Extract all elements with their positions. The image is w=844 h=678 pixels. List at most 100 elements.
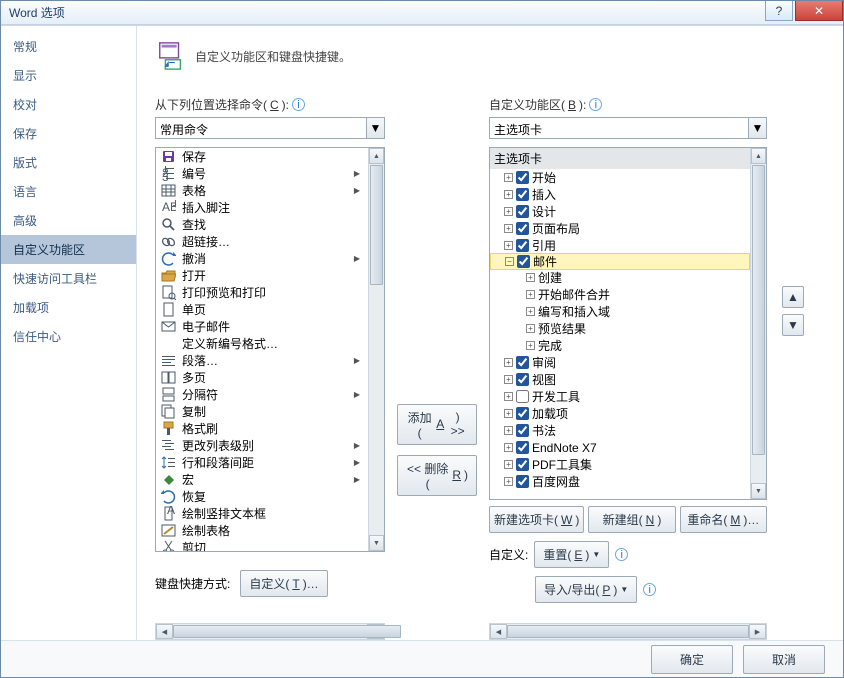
expand-icon[interactable] [526, 273, 535, 282]
tree-child[interactable]: 开始邮件合并 [490, 286, 750, 303]
scroll-right[interactable]: ▶ [749, 624, 766, 639]
hscroll-thumb[interactable] [173, 625, 401, 638]
expand-icon[interactable] [504, 190, 513, 199]
scroll-left[interactable]: ◀ [156, 624, 173, 639]
scroll-up[interactable]: ▲ [751, 148, 766, 164]
chevron-down-icon[interactable]: ▼ [748, 118, 766, 138]
scroll-left[interactable]: ◀ [490, 624, 507, 639]
rename-button[interactable]: 重命名(M)… [680, 506, 767, 533]
tree-child[interactable]: 完成 [490, 337, 750, 354]
scroll-thumb[interactable] [752, 165, 765, 455]
move-up-button[interactable]: ▲ [782, 286, 804, 308]
sidebar-item[interactable]: 高级 [1, 206, 136, 235]
scrollbar[interactable]: ▲ ▼ [750, 148, 766, 499]
command-item[interactable]: 分隔符▶ [156, 386, 368, 403]
tab-checkbox[interactable] [516, 373, 529, 386]
command-item[interactable]: 123编号▶ [156, 165, 368, 182]
sidebar-item[interactable]: 常规 [1, 32, 136, 61]
sidebar-item[interactable]: 显示 [1, 61, 136, 90]
command-item[interactable]: 恢复 [156, 488, 368, 505]
command-item[interactable]: 打印预览和打印 [156, 284, 368, 301]
command-item[interactable]: 更改列表级别▶ [156, 437, 368, 454]
tree-node[interactable]: 引用 [490, 237, 750, 254]
close-button[interactable]: ✕ [795, 1, 843, 21]
tree-child[interactable]: 预览结果 [490, 320, 750, 337]
tree-child[interactable]: 编写和插入域 [490, 303, 750, 320]
cancel-button[interactable]: 取消 [743, 645, 825, 674]
tree-node[interactable]: 插入 [490, 186, 750, 203]
ok-button[interactable]: 确定 [651, 645, 733, 674]
tab-checkbox[interactable] [516, 475, 529, 488]
tree-node[interactable]: 页面布局 [490, 220, 750, 237]
command-item[interactable]: 剪切 [156, 539, 368, 551]
ribbon-tree[interactable]: 主选项卡开始插入设计页面布局引用邮件创建开始邮件合并编写和插入域预览结果完成审阅… [489, 147, 767, 500]
tree-node[interactable]: 加载项 [490, 405, 750, 422]
sidebar-item[interactable]: 版式 [1, 148, 136, 177]
command-item[interactable]: 复制 [156, 403, 368, 420]
new-tab-button[interactable]: 新建选项卡(W) [489, 506, 584, 533]
command-item[interactable]: 保存 [156, 148, 368, 165]
tree-node[interactable]: 百度网盘 [490, 473, 750, 490]
command-item[interactable]: 超链接… [156, 233, 368, 250]
scroll-up[interactable]: ▲ [369, 148, 384, 164]
move-down-button[interactable]: ▼ [782, 314, 804, 336]
tree-node[interactable]: 设计 [490, 203, 750, 220]
customize-keyboard-button[interactable]: 自定义(T)… [240, 570, 327, 597]
expand-icon[interactable] [505, 257, 514, 266]
expand-icon[interactable] [504, 409, 513, 418]
tab-checkbox[interactable] [516, 222, 529, 235]
expand-icon[interactable] [504, 443, 513, 452]
sidebar-item[interactable]: 自定义功能区 [1, 235, 136, 264]
expand-icon[interactable] [526, 307, 535, 316]
tree-node[interactable]: PDF工具集 [490, 456, 750, 473]
expand-icon[interactable] [504, 224, 513, 233]
remove-button[interactable]: << 删除(R) [397, 455, 477, 496]
tab-checkbox[interactable] [517, 255, 530, 268]
scroll-down[interactable]: ▼ [369, 535, 384, 551]
customize-ribbon-combo[interactable]: 主选项卡 ▼ [489, 117, 767, 139]
tab-checkbox[interactable] [516, 188, 529, 201]
info-icon[interactable]: i [615, 548, 628, 561]
command-item[interactable]: 查找 [156, 216, 368, 233]
expand-icon[interactable] [504, 460, 513, 469]
tree-node[interactable]: 开发工具 [490, 388, 750, 405]
tab-checkbox[interactable] [516, 441, 529, 454]
help-button[interactable]: ? [765, 1, 793, 21]
sidebar-item[interactable]: 保存 [1, 119, 136, 148]
new-group-button[interactable]: 新建组(N) [588, 506, 675, 533]
reset-button[interactable]: 重置(E) ▼ [534, 541, 609, 568]
tree-node[interactable]: EndNote X7 [490, 439, 750, 456]
command-item[interactable]: 表格▶ [156, 182, 368, 199]
hscroll-thumb[interactable] [507, 625, 749, 638]
scroll-thumb[interactable] [370, 165, 383, 285]
command-item[interactable]: A绘制竖排文本框 [156, 505, 368, 522]
expand-icon[interactable] [504, 392, 513, 401]
scroll-down[interactable]: ▼ [751, 483, 766, 499]
info-icon[interactable]: i [589, 98, 602, 111]
tab-checkbox[interactable] [516, 239, 529, 252]
sidebar-item[interactable]: 校对 [1, 90, 136, 119]
expand-icon[interactable] [504, 477, 513, 486]
command-item[interactable]: 绘制表格 [156, 522, 368, 539]
command-item[interactable]: 电子邮件 [156, 318, 368, 335]
tree-node[interactable]: 书法 [490, 422, 750, 439]
tab-checkbox[interactable] [516, 407, 529, 420]
command-item[interactable]: 宏▶ [156, 471, 368, 488]
expand-icon[interactable] [504, 241, 513, 250]
sidebar-item[interactable]: 加载项 [1, 293, 136, 322]
expand-icon[interactable] [504, 173, 513, 182]
import-export-button[interactable]: 导入/导出(P) ▼ [535, 576, 637, 603]
command-item[interactable]: 定义新编号格式… [156, 335, 368, 352]
sidebar-item[interactable]: 信任中心 [1, 322, 136, 351]
command-item[interactable]: 行和段落间距▶ [156, 454, 368, 471]
expand-icon[interactable] [504, 207, 513, 216]
tab-checkbox[interactable] [516, 171, 529, 184]
info-icon[interactable]: i [643, 583, 656, 596]
command-item[interactable]: AB1插入脚注 [156, 199, 368, 216]
add-button[interactable]: 添加(A) >> [397, 404, 477, 445]
command-item[interactable]: 格式刷 [156, 420, 368, 437]
command-item[interactable]: 单页 [156, 301, 368, 318]
info-icon[interactable]: i [292, 98, 305, 111]
expand-icon[interactable] [504, 426, 513, 435]
expand-icon[interactable] [526, 341, 535, 350]
